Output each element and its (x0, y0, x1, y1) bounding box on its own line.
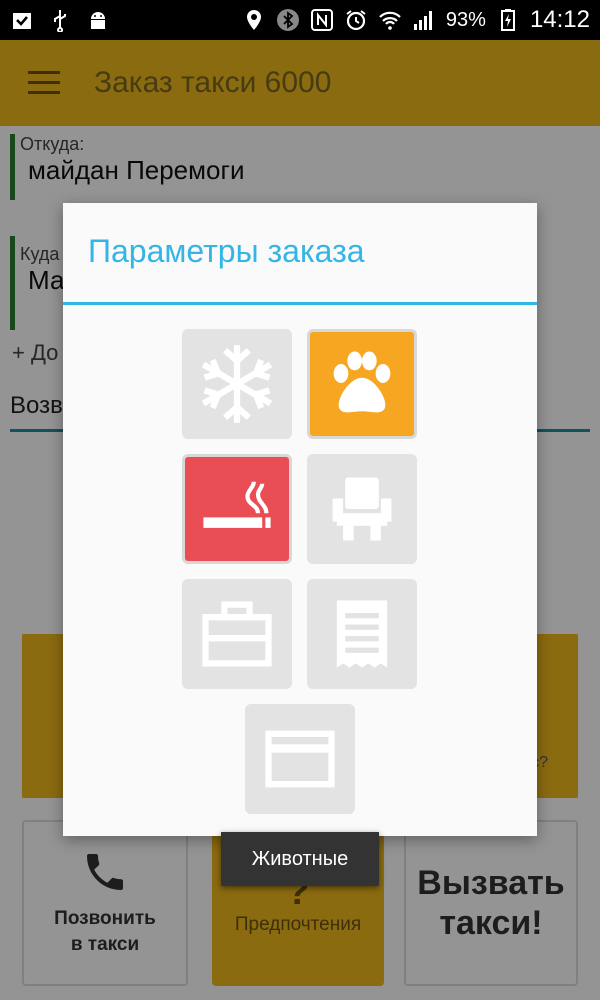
toast-message: Животные (221, 832, 379, 886)
bluetooth-icon (276, 9, 299, 31)
briefcase-icon (202, 601, 272, 667)
option-smoking[interactable] (182, 454, 292, 564)
order-options-dialog: Параметры заказа (63, 203, 537, 836)
option-pets[interactable] (307, 329, 417, 439)
nfc-icon (310, 9, 333, 31)
option-child-seat[interactable] (307, 454, 417, 564)
option-air-conditioning[interactable] (182, 329, 292, 439)
receipt-icon (336, 600, 388, 668)
option-luggage[interactable] (182, 579, 292, 689)
wifi-icon (379, 11, 401, 30)
snowflake-icon (201, 345, 273, 423)
battery-percent: 93% (445, 8, 486, 31)
status-bar: 93% 14:12 (0, 0, 600, 40)
location-icon (246, 10, 261, 30)
dialog-title: Параметры заказа (88, 233, 365, 269)
battery-charging-icon (500, 9, 515, 31)
smoking-icon (203, 481, 271, 528)
dialog-divider (63, 302, 537, 305)
alarm-icon (346, 10, 366, 31)
option-receipt[interactable] (307, 579, 417, 689)
usb-icon (54, 10, 66, 32)
clock: 14:12 (529, 6, 590, 33)
check-clipboard-icon (13, 13, 31, 29)
option-card-payment[interactable] (245, 704, 355, 814)
signal-icon (413, 11, 432, 30)
credit-card-icon (265, 730, 335, 788)
seat-icon (332, 477, 392, 541)
android-icon (91, 12, 105, 29)
paw-icon (333, 351, 391, 413)
